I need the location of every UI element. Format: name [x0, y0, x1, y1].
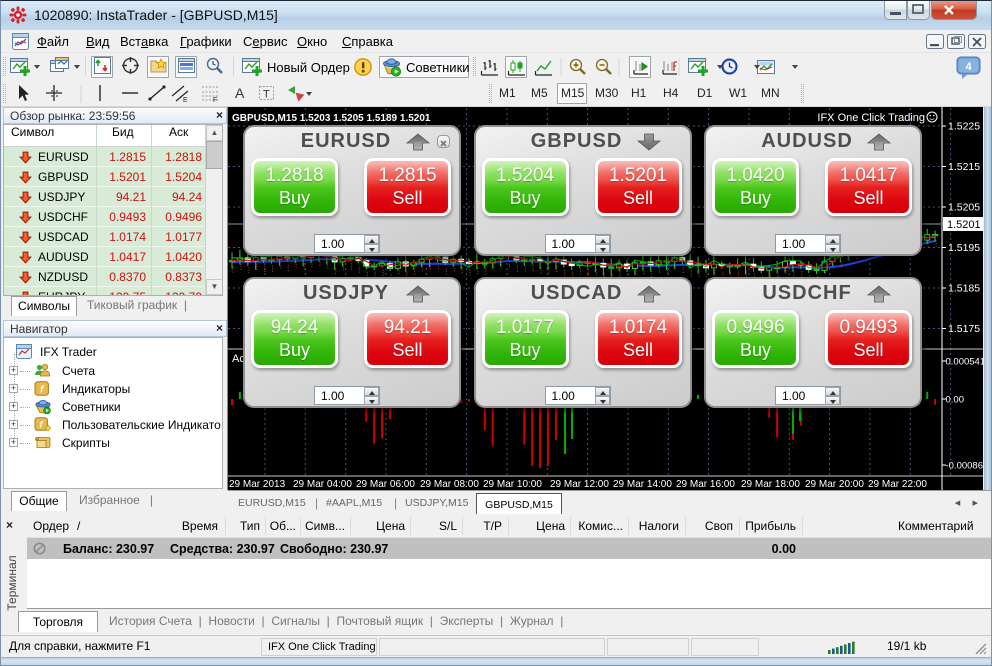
svg-text:1.5201: 1.5201 [947, 219, 981, 231]
svg-text:29 Mar 10:00: 29 Mar 10:00 [483, 479, 542, 490]
svg-text:1.5175: 1.5175 [948, 323, 980, 335]
svg-text:29 Mar 22:00: 29 Mar 22:00 [868, 479, 927, 490]
svg-text:1.5225: 1.5225 [948, 121, 980, 133]
svg-text:29 Mar 12:00: 29 Mar 12:00 [550, 479, 609, 490]
svg-text:E: E [183, 97, 188, 104]
svg-text:F: F [213, 97, 217, 104]
svg-text:29 Mar 14:00: 29 Mar 14:00 [613, 479, 672, 490]
svg-text:1.5205: 1.5205 [948, 202, 980, 214]
svg-text:0.000541: 0.000541 [946, 357, 984, 368]
svg-text:T: T [263, 89, 270, 101]
svg-text:IFX One Click Trading: IFX One Click Trading [817, 112, 925, 124]
svg-text:29 Mar 08:00: 29 Mar 08:00 [420, 479, 479, 490]
svg-text:1.5185: 1.5185 [948, 283, 980, 295]
svg-text:0.00: 0.00 [946, 395, 965, 406]
svg-text:29 Mar 2013: 29 Mar 2013 [229, 479, 286, 490]
svg-text:-0.00086: -0.00086 [946, 461, 984, 472]
svg-text:1.5195: 1.5195 [948, 242, 980, 254]
svg-text:4: 4 [965, 61, 972, 73]
svg-text:29 Mar 04:00: 29 Mar 04:00 [293, 479, 352, 490]
svg-text:GBPUSD,M15 1.5203 1.5205 1.51: GBPUSD,M15 1.5203 1.5205 1.5189 1.5201 [232, 113, 431, 124]
svg-text:A: A [235, 85, 245, 101]
svg-text:29 Mar 16:00: 29 Mar 16:00 [676, 479, 735, 490]
svg-text:29 Mar 20:00: 29 Mar 20:00 [805, 479, 864, 490]
svg-text:1.5215: 1.5215 [948, 161, 980, 173]
svg-text:29 Mar 18:00: 29 Mar 18:00 [741, 479, 800, 490]
svg-text:29 Mar 06:00: 29 Mar 06:00 [356, 479, 415, 490]
